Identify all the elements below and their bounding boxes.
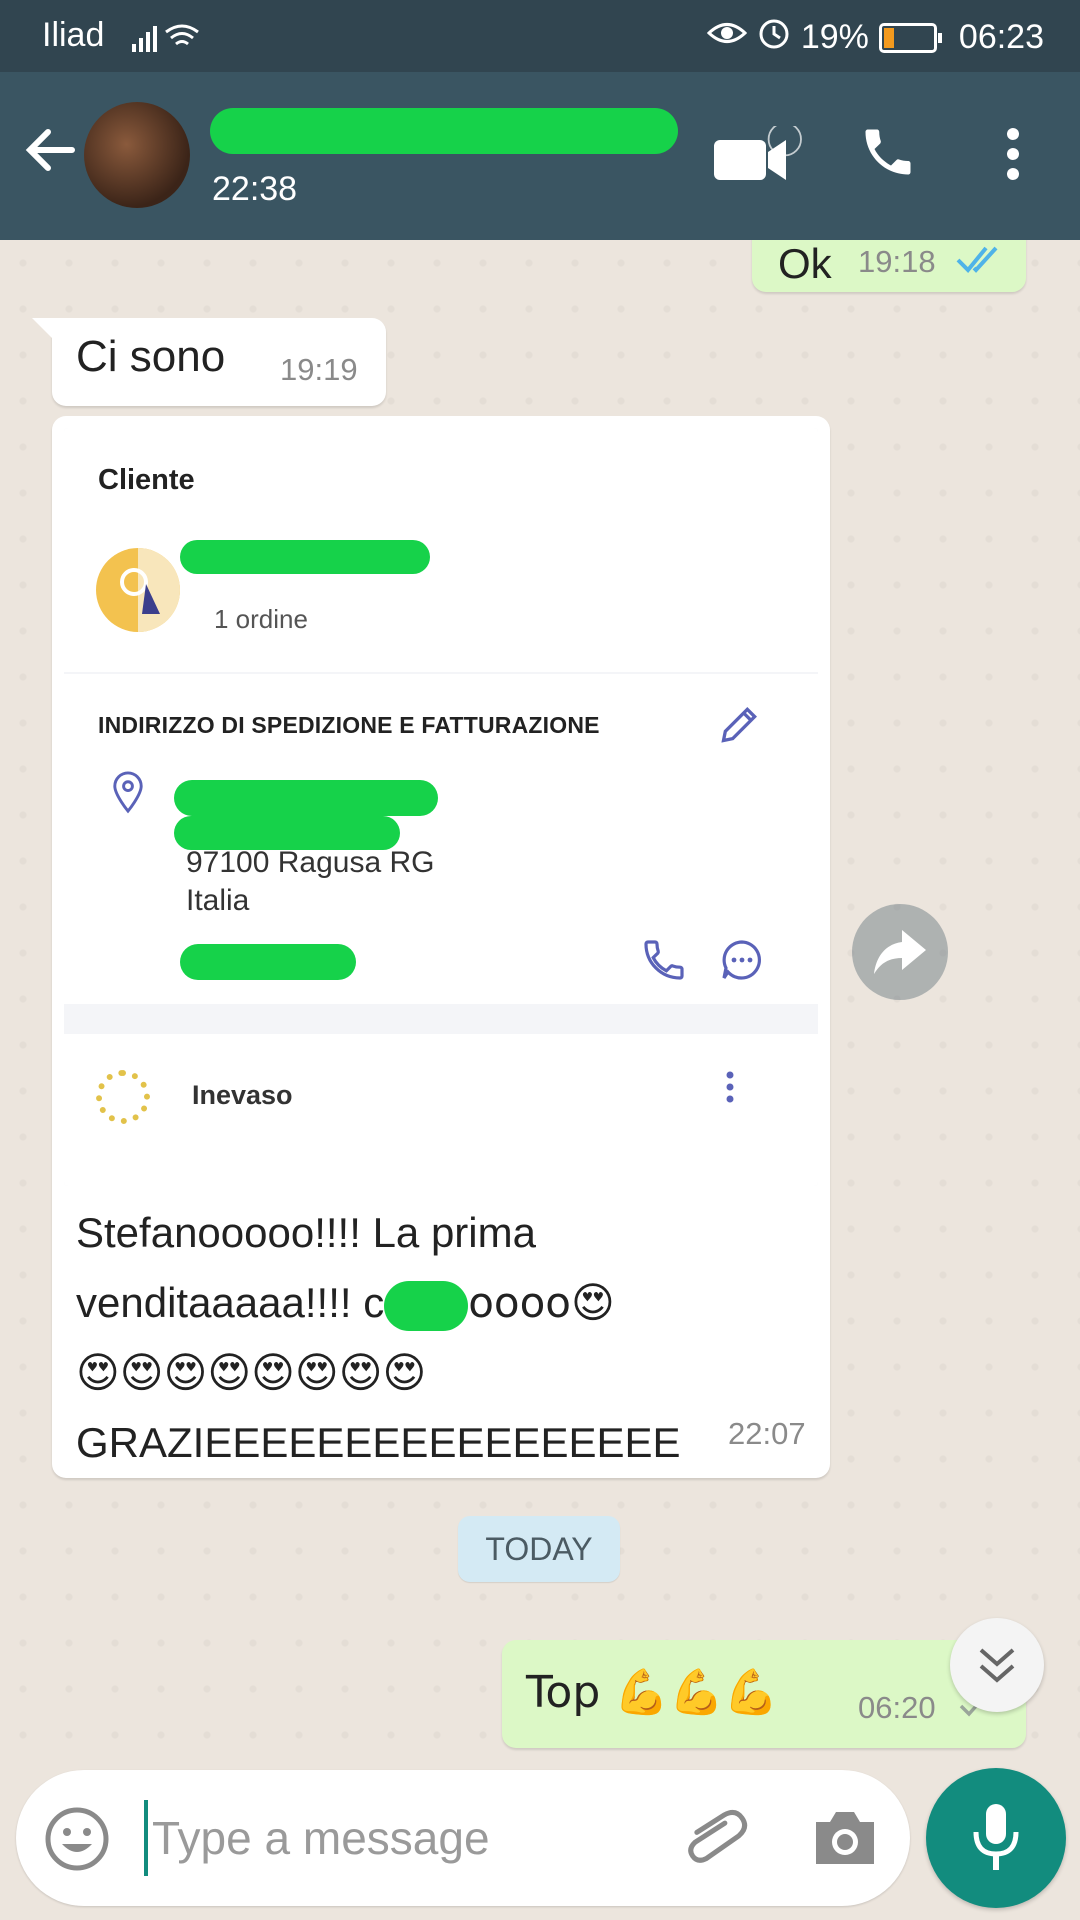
forward-icon [874,930,926,974]
message-text: Ci sono [76,332,226,381]
message-text: Ok [778,240,832,287]
address-line-redacted [174,816,400,850]
forward-button[interactable] [852,904,948,1000]
message-time: 19:18 [858,244,936,279]
date-divider: TODAY [458,1516,620,1582]
scroll-to-bottom-button[interactable] [950,1618,1044,1712]
customer-avatar [96,548,180,632]
order-status-section: Inevaso [64,1034,818,1186]
message-bubble-incoming-image[interactable]: Cliente 1 ordine INDIRIZZO DI SPEDIZIONE… [52,416,830,1478]
message-composer [16,1770,910,1906]
microphone-icon [973,1804,1019,1870]
camera-icon[interactable] [810,1806,880,1873]
message-bubble-incoming[interactable]: Ci sono 19:19 [32,318,386,406]
phone-number-redacted [180,944,356,980]
customer-name-redacted [180,540,430,574]
message-line: venditaaaaa!!!! c oooo😍 [76,1268,816,1338]
card-phone-icon[interactable] [640,936,688,989]
message-time: 06:20 [858,1690,936,1725]
emoji-icon[interactable] [44,1806,110,1877]
address-line-redacted [174,780,438,816]
back-arrow-icon[interactable] [22,122,78,183]
address-city: 97100 Ragusa RG [186,846,435,879]
voice-record-button[interactable] [926,1768,1066,1908]
message-time: 22:07 [728,1416,806,1451]
battery-percent: 19% [800,18,869,56]
video-call-icon[interactable] [712,122,802,191]
phone-icon[interactable] [858,122,918,187]
pending-status-icon [96,1070,150,1124]
address-section: INDIRIZZO DI SPEDIZIONE E FATTURAZIONE 9… [64,674,818,1004]
customer-title: Cliente [98,464,195,496]
last-seen-time: 22:38 [212,170,298,208]
card-more-icon[interactable] [724,1070,736,1111]
message-input[interactable] [144,1800,664,1876]
chat-area[interactable]: Ok 19:18 Ci sono 19:19 Cliente 1 ordine … [0,240,1080,1760]
contact-name-redacted[interactable] [210,108,678,154]
message-bubble-outgoing[interactable]: Top 💪💪💪 06:20 [502,1640,1026,1748]
edit-pencil-icon[interactable] [718,702,762,751]
emoji-line: 😍😍😍😍😍😍😍😍 [76,1348,427,1397]
contact-avatar[interactable] [84,102,190,208]
more-vert-icon[interactable] [998,124,1028,189]
double-chevron-down-icon [979,1648,1015,1683]
message-text: Top 💪💪💪 [526,1667,779,1718]
message-time: 19:19 [280,352,358,387]
message-text: Stefanooooo!!!! La prima venditaaaaa!!!!… [76,1198,816,1478]
signal-icon [130,18,200,63]
shared-screenshot-image[interactable]: Cliente 1 ordine INDIRIZZO DI SPEDIZIONE… [64,428,818,1186]
clock-time: 06:23 [958,18,1044,56]
carrier-name: Iliad [42,16,105,54]
message-line: Stefanooooo!!!! La prima [76,1209,536,1256]
address-heading: INDIRIZZO DI SPEDIZIONE E FATTURAZIONE [98,712,600,738]
eye-icon [706,18,748,57]
read-ticks-icon [956,242,1006,281]
chat-header: 22:38 [0,72,1080,240]
order-status: Inevaso [192,1080,293,1110]
attach-icon[interactable] [682,1806,752,1877]
customer-orders: 1 ordine [214,604,308,634]
message-line: GRAZIEEEEEEEEEEEEEEEEE [76,1419,681,1466]
word-redacted [384,1280,469,1331]
customer-section: Cliente 1 ordine [64,428,818,672]
alarm-icon [757,16,791,59]
address-country: Italia [186,884,250,917]
status-bar: Iliad 19% 06:23 [0,0,1080,72]
message-line-part: oooo😍 [468,1278,615,1327]
location-pin-icon [110,770,146,819]
message-bubble-outgoing[interactable]: Ok 19:18 [752,240,1026,292]
message-line-part: venditaaaaa!!!! c [76,1279,385,1326]
battery-icon [878,22,942,53]
card-chat-icon[interactable] [718,936,766,989]
